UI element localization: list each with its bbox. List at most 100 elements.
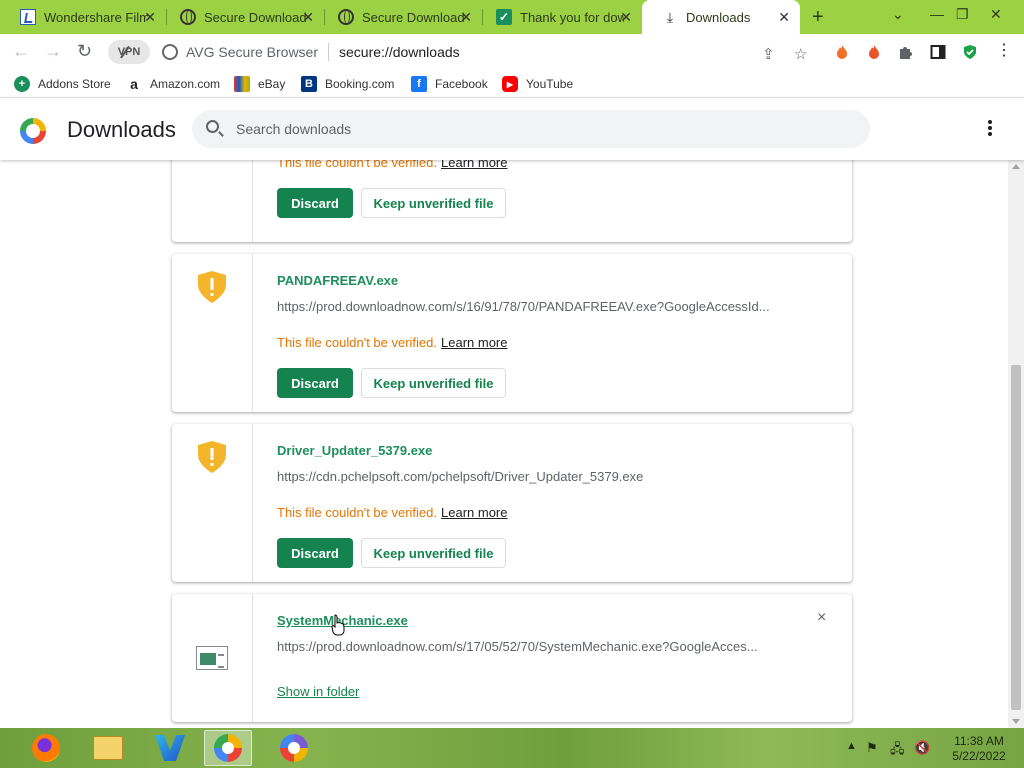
- card-icon-column: [172, 594, 253, 722]
- tab-title: Thank you for downloading: [520, 9, 624, 25]
- security-shield-icon[interactable]: [962, 44, 978, 60]
- addons-store-icon: +: [14, 76, 30, 92]
- verification-warning: This file couldn't be verified. Learn mor…: [277, 505, 508, 520]
- scroll-up-arrow-icon[interactable]: [1012, 164, 1020, 169]
- reload-icon[interactable]: ↻: [77, 41, 92, 62]
- minimize-icon[interactable]: —: [930, 6, 944, 22]
- bookmark-label: YouTube: [526, 77, 574, 91]
- restore-icon[interactable]: ❐: [956, 6, 969, 23]
- taskbar-file-explorer[interactable]: [84, 730, 132, 766]
- warning-text: This file couldn't be verified.: [277, 160, 438, 170]
- share-icon[interactable]: ⇪: [762, 45, 775, 63]
- close-icon[interactable]: ✕: [302, 9, 314, 26]
- avg-shield-icon: [162, 44, 178, 60]
- close-icon[interactable]: ✕: [460, 9, 472, 26]
- search-input[interactable]: [236, 119, 836, 139]
- hand-cursor-icon: [331, 614, 345, 636]
- tab-strip: Wondershare Filmora ✕ Secure Download ✕ …: [0, 0, 1024, 34]
- omnibox-divider: [328, 43, 330, 61]
- learn-more-link[interactable]: Learn more: [441, 160, 507, 170]
- close-icon[interactable]: ✕: [144, 9, 156, 26]
- discard-button[interactable]: Discard: [277, 538, 353, 568]
- scroll-down-arrow-icon[interactable]: [1012, 719, 1020, 724]
- downloads-list: This file couldn't be verified. Learn mor…: [0, 160, 1008, 728]
- tab-secure-download-1[interactable]: Secure Download ✕: [160, 0, 324, 34]
- bookmark-addons-store[interactable]: + Addons Store: [14, 76, 111, 92]
- discard-button[interactable]: Discard: [277, 188, 353, 218]
- bookmark-facebook[interactable]: f Facebook: [411, 76, 488, 92]
- discard-button[interactable]: Discard: [277, 368, 353, 398]
- keep-unverified-button[interactable]: Keep unverified file: [361, 538, 506, 568]
- remove-from-list-icon[interactable]: ×: [817, 609, 826, 627]
- globe-icon: [338, 9, 354, 25]
- card-icon-column: [172, 160, 253, 242]
- verification-warning: This file couldn't be verified. Learn mor…: [277, 160, 508, 170]
- learn-more-link[interactable]: Learn more: [441, 335, 507, 350]
- extensions-puzzle-icon[interactable]: [898, 44, 914, 60]
- vertical-scrollbar[interactable]: [1008, 160, 1024, 728]
- avg-browser-alt-icon: [280, 734, 308, 762]
- bookmark-ebay[interactable]: eBay: [234, 76, 285, 92]
- fire-extension-icon[interactable]: [834, 44, 850, 60]
- tab-wondershare[interactable]: Wondershare Filmora ✕: [0, 0, 166, 34]
- side-panel-icon[interactable]: [930, 44, 946, 60]
- bookmark-youtube[interactable]: ▶ YouTube: [502, 76, 573, 92]
- file-url: https://prod.downloadnow.com/s/16/91/78/…: [277, 299, 770, 314]
- forward-arrow-icon[interactable]: →: [44, 41, 62, 62]
- browser-menu-icon[interactable]: ⋮: [996, 40, 1012, 60]
- bookmark-label: Amazon.com: [150, 77, 221, 91]
- tab-thank-you[interactable]: ✓ Thank you for downloading ✕: [476, 0, 642, 34]
- tab-downloads[interactable]: ⤓ Downloads ✕: [642, 0, 800, 34]
- window-close-icon[interactable]: ✕: [990, 6, 1002, 23]
- taskbar-avg-browser[interactable]: [204, 730, 252, 766]
- bookmark-label: Booking.com: [325, 77, 395, 91]
- back-arrow-icon[interactable]: ←: [12, 41, 30, 62]
- warning-text: This file couldn't be verified.: [277, 505, 438, 520]
- download-card: This file couldn't be verified. Learn mor…: [172, 160, 852, 242]
- bookmark-amazon[interactable]: a Amazon.com: [126, 76, 220, 92]
- volume-muted-icon[interactable]: 🔇: [914, 740, 930, 756]
- file-url: https://cdn.pchelpsoft.com/pchelpsoft/Dr…: [277, 469, 644, 484]
- youtube-icon: ▶: [502, 76, 518, 92]
- scrollbar-thumb[interactable]: [1011, 365, 1021, 710]
- warning-shield-icon: [198, 271, 226, 303]
- learn-more-link[interactable]: Learn more: [441, 505, 507, 520]
- firefox-icon: [32, 734, 60, 762]
- bookmark-booking[interactable]: B Booking.com: [301, 76, 394, 92]
- clock-date: 5/22/2022: [952, 749, 1006, 763]
- url-text[interactable]: secure://downloads: [339, 44, 460, 60]
- address-bar[interactable]: VPN AVG Secure Browser secure://download…: [104, 37, 816, 67]
- search-icon: [206, 120, 219, 133]
- new-tab-button[interactable]: +: [812, 6, 824, 29]
- tab-search-chevron-icon[interactable]: ⌄: [892, 6, 904, 23]
- tab-title: Secure Download: [362, 9, 465, 25]
- file-explorer-icon: [93, 736, 123, 760]
- more-actions-icon[interactable]: [984, 120, 996, 138]
- network-icon[interactable]: 🖧: [890, 740, 905, 762]
- avg-browser-icon: [214, 734, 242, 762]
- system-clock[interactable]: 11:38 AM 5/22/2022: [944, 734, 1014, 764]
- bookmark-star-icon[interactable]: ☆: [794, 45, 807, 63]
- show-in-folder-link[interactable]: Show in folder: [277, 684, 359, 699]
- tab-secure-download-2[interactable]: Secure Download ✕: [318, 0, 482, 34]
- vpn-toggle[interactable]: VPN: [108, 40, 150, 64]
- file-name: Driver_Updater_5379.exe: [277, 443, 433, 458]
- close-icon[interactable]: ✕: [778, 9, 790, 26]
- keep-unverified-button[interactable]: Keep unverified file: [361, 368, 506, 398]
- file-url: https://prod.downloadnow.com/s/17/05/52/…: [277, 639, 758, 654]
- action-center-flag-icon[interactable]: ⚑: [866, 740, 878, 756]
- facebook-icon: f: [411, 76, 427, 92]
- close-icon[interactable]: ✕: [620, 9, 632, 26]
- taskbar-wondershare[interactable]: [146, 730, 194, 766]
- wondershare-icon: [20, 9, 36, 25]
- downloads-header: Downloads: [0, 98, 1024, 160]
- fire-extension-alt-icon[interactable]: [866, 44, 882, 60]
- taskbar-firefox[interactable]: [22, 730, 70, 766]
- amazon-icon: a: [130, 76, 138, 92]
- search-box[interactable]: [192, 110, 870, 148]
- card-icon-column: [172, 424, 253, 582]
- windows-taskbar: ▲ ⚑ 🖧 🔇 11:38 AM 5/22/2022: [0, 728, 1024, 768]
- show-hidden-icons-arrow-icon[interactable]: ▲: [846, 740, 857, 752]
- keep-unverified-button[interactable]: Keep unverified file: [361, 188, 506, 218]
- taskbar-avg-browser-alt[interactable]: [270, 730, 318, 766]
